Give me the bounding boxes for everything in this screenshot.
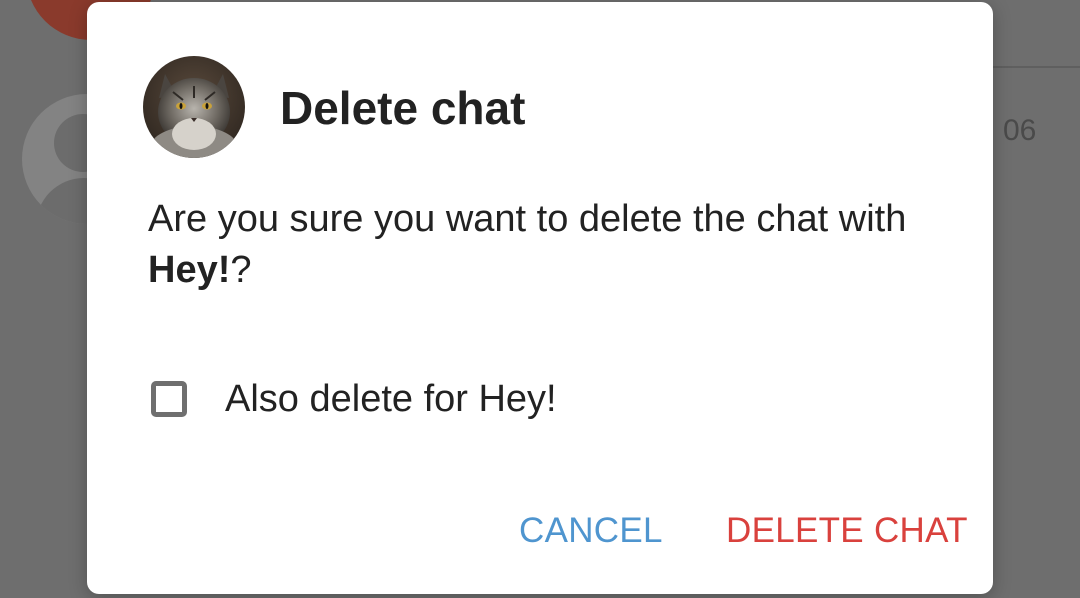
also-delete-checkbox-row[interactable]: Also delete for Hey! bbox=[151, 374, 557, 424]
dialog-message: Are you sure you want to delete the chat… bbox=[148, 194, 908, 296]
also-delete-checkbox[interactable] bbox=[151, 381, 187, 417]
screen: 06 Delete chat Are you sure you want to … bbox=[0, 0, 1080, 598]
cat-photo-icon bbox=[143, 56, 245, 158]
delete-chat-dialog: Delete chat Are you sure you want to del… bbox=[87, 2, 993, 594]
background-chat-time: 06 bbox=[1003, 114, 1037, 147]
message-text: Are you sure you want to delete the chat… bbox=[148, 198, 907, 240]
message-contact-name: Hey! bbox=[148, 249, 231, 291]
message-suffix: ? bbox=[230, 249, 252, 291]
cancel-button[interactable]: CANCEL bbox=[519, 507, 663, 555]
background-divider bbox=[990, 66, 1080, 68]
dialog-title: Delete chat bbox=[280, 82, 526, 134]
cat-avatar bbox=[143, 56, 245, 158]
delete-chat-button[interactable]: DELETE CHAT bbox=[726, 507, 968, 555]
also-delete-label[interactable]: Also delete for Hey! bbox=[225, 378, 557, 421]
